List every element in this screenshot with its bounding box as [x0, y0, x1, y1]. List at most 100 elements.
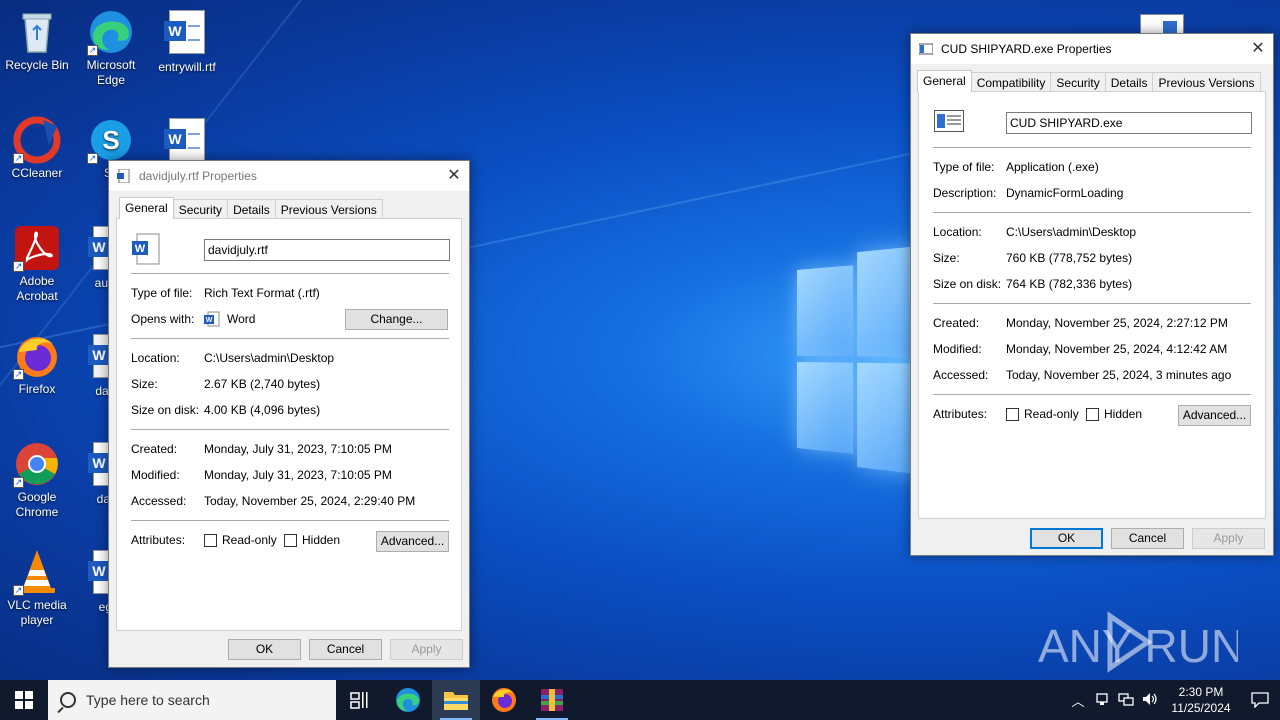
rtf-dialog-titlebar[interactable]: davidjuly.rtf Properties ✕ — [109, 161, 469, 191]
desktop-icon-google-chrome[interactable]: ↗ Google Chrome — [0, 440, 75, 520]
document-icon — [117, 168, 131, 184]
created-label: Created: — [131, 442, 178, 456]
start-button[interactable] — [0, 680, 48, 720]
advanced-button[interactable]: Advanced... — [1178, 405, 1251, 426]
taskbar-edge-button[interactable] — [384, 680, 432, 720]
desktop-icon-recycle-bin[interactable]: Recycle Bin — [0, 8, 75, 73]
network-adapter-icon[interactable] — [1090, 692, 1114, 709]
created-value: Monday, November 25, 2024, 2:27:12 PM — [1006, 316, 1228, 330]
chevron-up-icon[interactable]: ︿ — [1066, 691, 1090, 710]
close-icon[interactable]: ✕ — [439, 161, 469, 191]
change-button[interactable]: Change... — [345, 309, 448, 330]
tab-general[interactable]: General — [119, 197, 174, 219]
acrobat-icon: ↗ — [13, 224, 61, 272]
exe-tab-bar: General Compatibility Security Details P… — [911, 70, 1273, 92]
firefox-icon: ↗ — [13, 332, 61, 380]
winrar-icon — [541, 689, 563, 711]
hidden-checkbox[interactable]: Hidden — [1086, 407, 1142, 421]
location-value: C:\Users\admin\Desktop — [204, 351, 335, 365]
shortcut-arrow-icon: ↗ — [13, 585, 24, 596]
location-value: C:\Users\admin\Desktop — [1006, 225, 1137, 239]
modified-value: Monday, July 31, 2023, 7:10:05 PM — [204, 468, 392, 482]
desktop-icon-vlc[interactable]: ↗ VLC media player — [0, 548, 75, 628]
tab-security[interactable]: Security — [172, 199, 229, 219]
location-label: Location: — [131, 351, 180, 365]
word-document-icon — [163, 10, 211, 58]
shortcut-arrow-icon: ↗ — [87, 153, 98, 164]
notification-center-button[interactable] — [1240, 692, 1280, 708]
filename-field[interactable]: davidjuly.rtf — [204, 239, 450, 261]
application-icon — [918, 42, 934, 56]
taskbar-search-box[interactable]: Type here to search — [48, 680, 336, 720]
tab-general[interactable]: General — [917, 70, 972, 92]
word-app-icon: W — [204, 311, 220, 327]
taskbar-firefox-button[interactable] — [480, 680, 528, 720]
modified-value: Monday, November 25, 2024, 4:12:42 AM — [1006, 342, 1228, 356]
application-icon — [934, 110, 964, 132]
rtf-dialog-title: davidjuly.rtf Properties — [139, 169, 257, 183]
ok-button[interactable]: OK — [1030, 528, 1103, 549]
tab-details[interactable]: Details — [227, 199, 276, 219]
readonly-checkbox[interactable]: Read-only — [1006, 407, 1079, 421]
exe-dialog-titlebar[interactable]: CUD SHIPYARD.exe Properties ✕ — [911, 34, 1273, 64]
type-value: Application (.exe) — [1006, 160, 1099, 174]
tab-compatibility[interactable]: Compatibility — [970, 72, 1052, 92]
rtf-properties-dialog[interactable]: davidjuly.rtf Properties ✕ General Secur… — [108, 160, 470, 668]
modified-label: Modified: — [933, 342, 982, 356]
size-on-disk-value: 764 KB (782,336 bytes) — [1006, 277, 1133, 291]
notification-icon — [1251, 692, 1269, 708]
apply-button[interactable]: Apply — [390, 639, 463, 660]
svg-text:W: W — [206, 317, 213, 324]
ok-button[interactable]: OK — [228, 639, 301, 660]
opens-with-value: Word — [227, 312, 256, 326]
desktop-icon-adobe-acrobat[interactable]: ↗ Adobe Acrobat — [0, 224, 75, 304]
size-value: 2.67 KB (2,740 bytes) — [204, 377, 321, 391]
location-label: Location: — [933, 225, 982, 239]
shortcut-arrow-icon: ↗ — [87, 45, 98, 56]
desktop-icon-ccleaner[interactable]: ↗ CCleaner — [0, 116, 75, 181]
filename-field[interactable]: CUD SHIPYARD.exe — [1006, 112, 1252, 134]
type-label: Type of file: — [933, 160, 995, 174]
cancel-button[interactable]: Cancel — [309, 639, 382, 660]
type-value: Rich Text Format (.rtf) — [204, 286, 320, 300]
clock-time: 2:30 PM — [1178, 685, 1224, 699]
windows-icon — [15, 691, 33, 709]
close-icon[interactable]: ✕ — [1243, 34, 1273, 64]
accessed-value: Today, November 25, 2024, 2:29:40 PM — [204, 494, 416, 508]
chrome-icon: ↗ — [13, 440, 61, 488]
anyrun-watermark: ANY RUN — [1038, 606, 1244, 676]
exe-general-panel: CUD SHIPYARD.exe Type of file: Applicati… — [918, 91, 1266, 519]
volume-icon[interactable] — [1138, 692, 1162, 709]
task-view-button[interactable] — [336, 680, 384, 720]
clock-date: 11/25/2024 — [1171, 701, 1231, 715]
readonly-checkbox[interactable]: Read-only — [204, 533, 277, 547]
taskbar-file-explorer-button[interactable] — [432, 680, 480, 720]
svg-text:W: W — [135, 243, 146, 255]
edge-icon — [396, 688, 420, 712]
taskbar-winrar-button[interactable] — [528, 680, 576, 720]
search-placeholder: Type here to search — [86, 692, 210, 708]
exe-properties-dialog[interactable]: CUD SHIPYARD.exe Properties ✕ General Co… — [910, 33, 1274, 556]
desktop-icon-firefox[interactable]: ↗ Firefox — [0, 332, 75, 397]
tab-details[interactable]: Details — [1104, 72, 1154, 92]
task-view-icon — [350, 692, 368, 709]
cancel-button[interactable]: Cancel — [1111, 528, 1184, 549]
hidden-checkbox[interactable]: Hidden — [284, 533, 340, 547]
type-label: Type of file: — [131, 286, 193, 300]
apply-button[interactable]: Apply — [1192, 528, 1265, 549]
desktop-icon-microsoft-edge[interactable]: ↗ Microsoft Edge — [73, 8, 149, 88]
tab-security[interactable]: Security — [1050, 72, 1106, 92]
modified-label: Modified: — [131, 468, 180, 482]
tab-previous-versions[interactable]: Previous Versions — [274, 199, 383, 219]
taskbar: Type here to search ︿ 2:30 PM 11/25/2024 — [0, 680, 1280, 720]
shortcut-arrow-icon: ↗ — [13, 369, 24, 380]
network-icon[interactable] — [1114, 692, 1138, 709]
word-document-icon — [163, 118, 211, 166]
size-on-disk-label: Size on disk: — [131, 403, 200, 417]
advanced-button[interactable]: Advanced... — [376, 531, 449, 552]
skype-icon: S ↗ — [87, 116, 135, 164]
desktop-icon-entrywill[interactable]: entrywill.rtf — [149, 8, 225, 75]
firefox-icon — [492, 688, 516, 712]
taskbar-clock[interactable]: 2:30 PM 11/25/2024 — [1162, 684, 1240, 716]
tab-previous-versions[interactable]: Previous Versions — [1152, 72, 1261, 92]
